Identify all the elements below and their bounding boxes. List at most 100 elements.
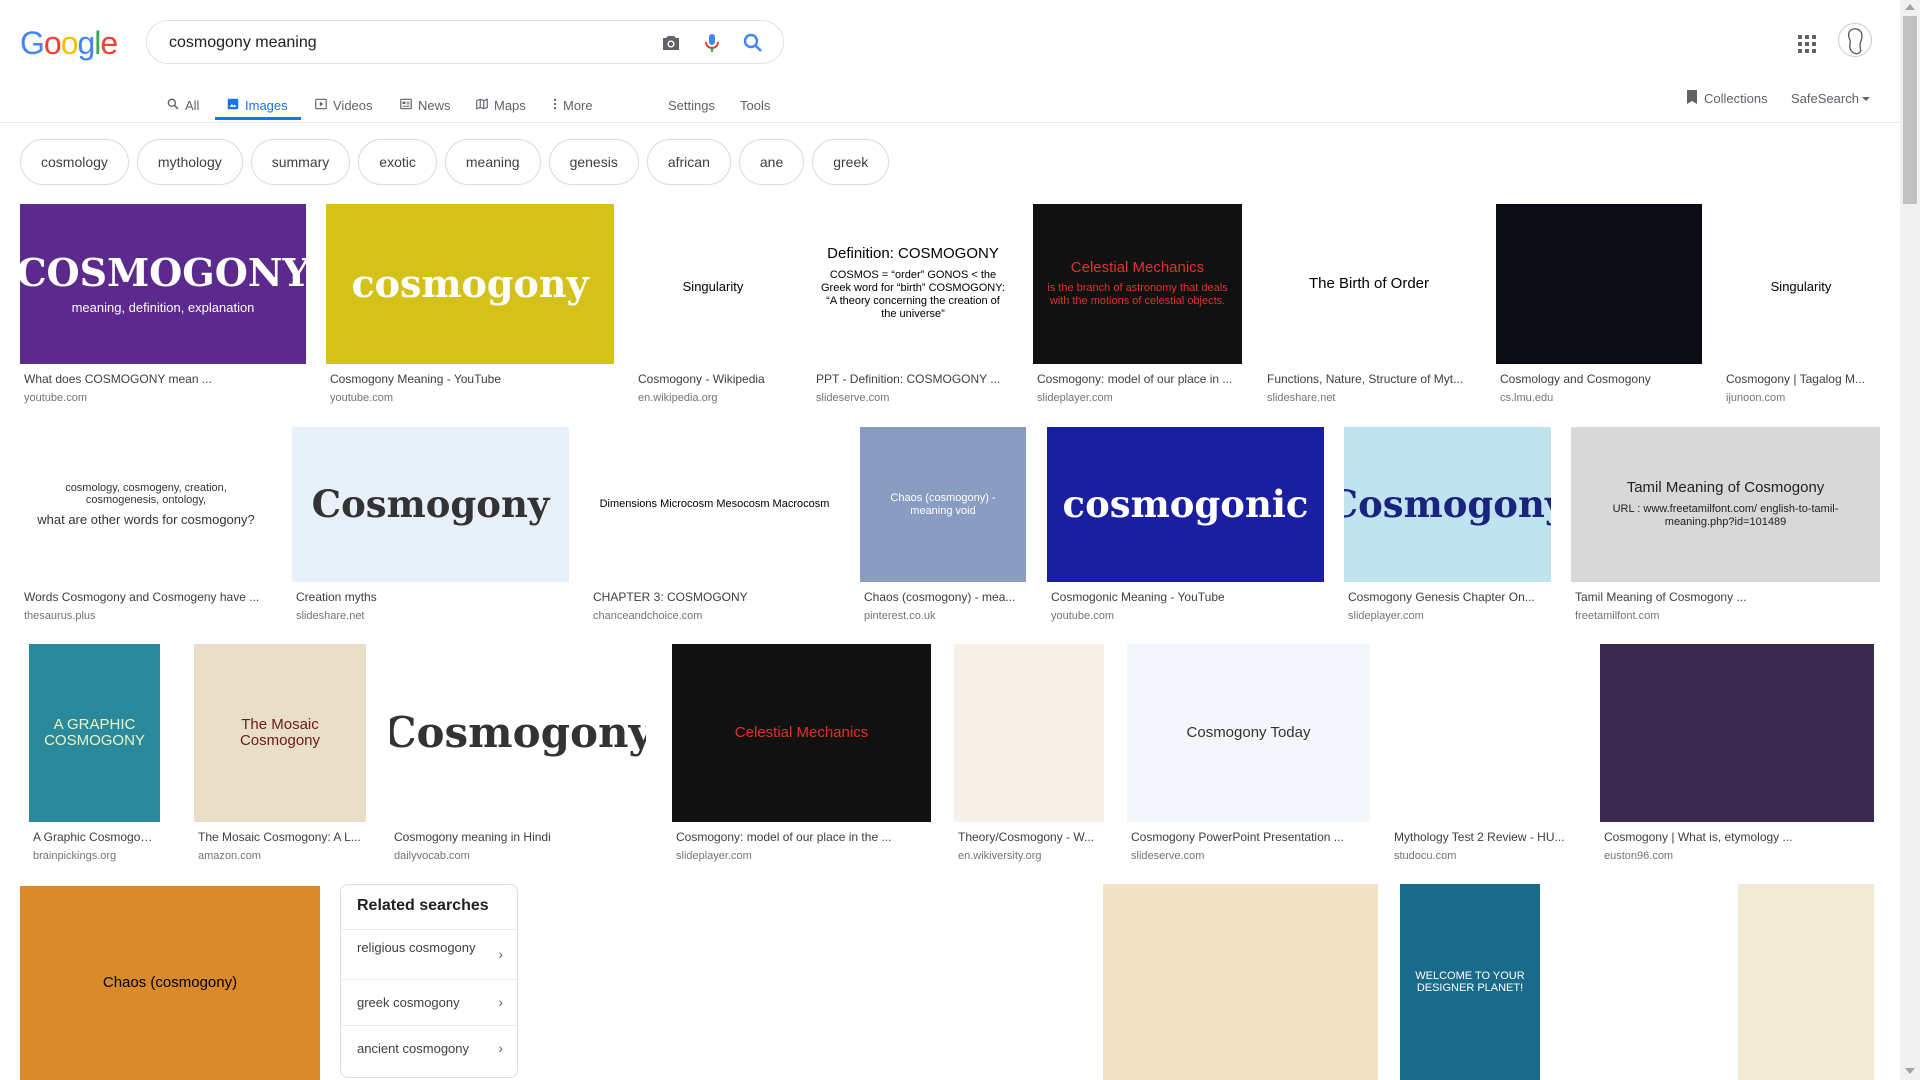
result-title[interactable]: Functions, Nature, Structure of Myt... (1267, 372, 1473, 386)
result-title[interactable]: Cosmogonic Meaning - YouTube (1051, 590, 1322, 604)
chip[interactable]: ane (738, 139, 805, 185)
result-title[interactable]: Cosmogony Genesis Chapter On... (1348, 590, 1549, 604)
image-result[interactable]: Chaos (cosmogony) - meaning void Chaos (c… (860, 427, 1026, 630)
image-thumbnail[interactable]: Cosmogony Today (1127, 644, 1370, 822)
image-thumbnail[interactable]: Cosmogony (390, 644, 646, 822)
result-source[interactable]: thesaurus.plus (24, 610, 270, 622)
image-thumbnail[interactable] (1390, 644, 1577, 822)
result-title[interactable]: Cosmogony PowerPoint Presentation ... (1131, 830, 1368, 844)
image-thumbnail[interactable]: Singularity (1722, 204, 1880, 364)
image-result[interactable]: Cosmogony Cosmogony meaning in Hindi daily… (390, 644, 646, 870)
image-result[interactable]: Cosmology and Cosmogony cs.lmu.edu (1496, 204, 1702, 412)
result-source[interactable]: youtube.com (24, 392, 304, 404)
chip[interactable]: exotic (358, 139, 437, 185)
image-result[interactable]: WELCOME TO YOUR DESIGNER PLANET! (1400, 884, 1540, 1080)
image-thumbnail[interactable]: Chaos (cosmogony) - meaning void (860, 427, 1026, 582)
image-thumbnail[interactable] (1103, 884, 1378, 1080)
collections-link[interactable]: Collections (1686, 88, 1768, 108)
scroll-down-arrow-icon[interactable] (1905, 1068, 1915, 1074)
image-thumbnail[interactable]: Dimensions Microcosm Mesocosm Macrocosm (589, 427, 840, 582)
related-search-item[interactable]: religious cosmogony › (341, 929, 517, 979)
chip[interactable]: meaning (444, 139, 541, 185)
tab-news[interactable]: News (399, 88, 451, 122)
result-source[interactable]: youtube.com (330, 392, 612, 404)
result-title[interactable]: Cosmogony | Tagalog M... (1726, 372, 1878, 386)
image-thumbnail[interactable]: Cosmogony (292, 427, 569, 582)
chip[interactable]: mythology (136, 139, 243, 185)
result-source[interactable]: studocu.com (1394, 850, 1575, 862)
image-thumbnail[interactable]: cosmology, cosmogeny, creation, cosmogen… (20, 427, 272, 582)
result-title[interactable]: Mythology Test 2 Review - HU... (1394, 830, 1575, 844)
google-logo[interactable]: Google (20, 25, 118, 62)
result-source[interactable]: pinterest.co.uk (864, 610, 1024, 622)
image-result[interactable]: Cosmogony Cosmogony Genesis Chapter On...… (1344, 427, 1551, 630)
chip[interactable]: greek (812, 139, 890, 185)
image-thumbnail[interactable] (1600, 644, 1874, 822)
result-source[interactable]: en.wikiversity.org (958, 850, 1102, 862)
image-result[interactable]: Cosmogony Today Cosmogony PowerPoint Pres… (1127, 644, 1370, 870)
result-source[interactable]: youtube.com (1051, 610, 1322, 622)
result-title[interactable]: Creation myths (296, 590, 567, 604)
result-title[interactable]: CHAPTER 3: COSMOGONY (593, 590, 838, 604)
image-thumbnail[interactable] (954, 644, 1104, 822)
result-title[interactable]: Chaos (cosmogony) - mea... (864, 590, 1024, 604)
image-result[interactable]: Mythology Test 2 Review - HU... studocu.c… (1390, 644, 1577, 870)
result-title[interactable]: Cosmogony: model of our place in the ... (676, 830, 929, 844)
tab-more[interactable]: More (552, 88, 593, 122)
result-source[interactable]: slideshare.net (296, 610, 567, 622)
image-result[interactable]: cosmogony Cosmogony Meaning - YouTube yout… (326, 204, 614, 412)
image-result[interactable]: Singularity Cosmogony | Tagalog M... ijuno… (1722, 204, 1880, 412)
result-title[interactable]: Cosmogony | What is, etymology ... (1604, 830, 1872, 844)
chip[interactable]: african (646, 139, 731, 185)
scrollbar-thumb[interactable] (1903, 16, 1917, 204)
image-result[interactable]: A GRAPHIC COSMOGONY A Graphic Cosmogony: … (29, 644, 160, 870)
result-title[interactable]: The Mosaic Cosmogony: A L... (198, 830, 364, 844)
image-thumbnail[interactable]: COSMOGONY meaning, definition, explanatio… (20, 204, 306, 364)
tab-maps[interactable]: Maps (475, 88, 526, 122)
related-search-item[interactable]: greek cosmogony › (341, 979, 517, 1025)
result-source[interactable]: slideplayer.com (1037, 392, 1240, 404)
image-result[interactable]: Theory/Cosmogony - W... en.wikiversity.or… (954, 644, 1104, 870)
image-result[interactable]: Dimensions Microcosm Mesocosm Macrocosm C… (589, 427, 840, 630)
image-result[interactable]: Celestial Mechanics is the branch of astr… (1033, 204, 1242, 412)
tab-tools[interactable]: Tools (740, 88, 770, 122)
result-source[interactable]: euston96.com (1604, 850, 1872, 862)
result-title[interactable]: Tamil Meaning of Cosmogony ... (1575, 590, 1878, 604)
result-source[interactable]: slideserve.com (1131, 850, 1368, 862)
avatar[interactable] (1838, 23, 1872, 57)
camera-icon[interactable] (659, 31, 683, 55)
image-thumbnail[interactable] (1561, 884, 1715, 1080)
image-thumbnail[interactable]: Definition: COSMOGONY COSMOS = “order” GO… (812, 204, 1014, 364)
chip[interactable]: genesis (548, 139, 639, 185)
result-source[interactable]: cs.lmu.edu (1500, 392, 1700, 404)
result-source[interactable]: chanceandchoice.com (593, 610, 838, 622)
image-thumbnail[interactable]: Tamil Meaning of Cosmogony URL : www.free… (1571, 427, 1880, 582)
image-thumbnail[interactable]: Celestial Mechanics (672, 644, 931, 822)
tab-videos[interactable]: Videos (314, 88, 373, 122)
image-result[interactable]: Celestial Mechanics Cosmogony: model of o… (672, 644, 931, 870)
image-thumbnail[interactable]: A GRAPHIC COSMOGONY (29, 644, 160, 822)
image-thumbnail[interactable]: Singularity (634, 204, 792, 364)
result-title[interactable]: Cosmology and Cosmogony (1500, 372, 1700, 386)
safesearch-menu[interactable]: SafeSearch (1791, 88, 1871, 108)
result-title[interactable]: PPT - Definition: COSMOGONY ... (816, 372, 1012, 386)
image-thumbnail[interactable]: cosmogonic (1047, 427, 1324, 582)
result-source[interactable]: dailyvocab.com (394, 850, 644, 862)
image-thumbnail[interactable]: cosmogony (326, 204, 614, 364)
image-thumbnail[interactable]: Celestial Mechanics is the branch of astr… (1033, 204, 1242, 364)
result-source[interactable]: slideserve.com (816, 392, 1012, 404)
result-title[interactable]: Cosmogony meaning in Hindi (394, 830, 644, 844)
image-result[interactable]: The Mosaic Cosmogony The Mosaic Cosmogony… (194, 644, 366, 870)
result-source[interactable]: brainpickings.org (33, 850, 158, 862)
image-result[interactable]: The Birth of Order Functions, Nature, Str… (1263, 204, 1475, 412)
search-input[interactable] (167, 30, 651, 56)
result-source[interactable]: ijunoon.com (1726, 392, 1878, 404)
image-result[interactable] (1103, 884, 1378, 1080)
tab-settings[interactable]: Settings (668, 88, 715, 122)
image-thumbnail[interactable] (713, 884, 1083, 1080)
image-thumbnail[interactable]: The Mosaic Cosmogony (194, 644, 366, 822)
microphone-icon[interactable] (700, 31, 724, 55)
image-result[interactable] (539, 884, 692, 1080)
image-thumbnail[interactable] (1496, 204, 1702, 364)
tab-all[interactable]: All (166, 88, 199, 122)
